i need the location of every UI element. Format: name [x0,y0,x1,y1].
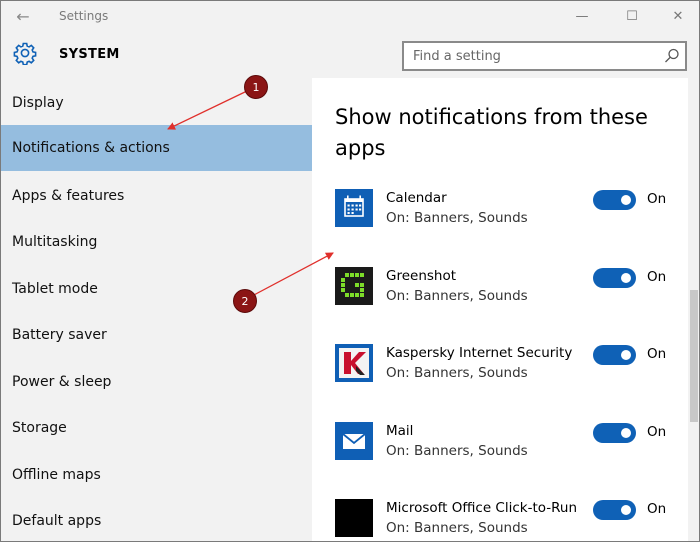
back-arrow-icon[interactable]: ← [11,6,35,28]
window-title: Settings [59,9,109,23]
app-name: Microsoft Office Click-to-Run [386,500,578,516]
sidebar-item-offline-maps[interactable]: Offline maps [1,452,312,498]
calendar-icon [335,189,373,227]
annotation-badge-2: 2 [233,289,257,313]
app-name: Kaspersky Internet Security [386,345,573,361]
toggle-knob [621,505,631,515]
sidebar-item-default-apps[interactable]: Default apps [1,498,312,541]
app-status: On: Banners, Sounds [386,443,528,459]
minimize-button[interactable]: — [567,5,597,29]
app-row-kaspersky[interactable]: Kaspersky Internet Security On: Banners,… [335,344,680,404]
toggle-knob [621,273,631,283]
kaspersky-icon [335,344,373,382]
mail-icon [335,422,373,460]
mail-toggle[interactable] [593,423,636,443]
scrollbar-thumb[interactable] [690,290,698,422]
search-input[interactable] [404,43,654,69]
office-icon [335,499,373,537]
app-status: On: Banners, Sounds [386,520,528,536]
greenshot-toggle[interactable] [593,268,636,288]
app-name: Mail [386,423,414,439]
calendar-toggle[interactable] [593,190,636,210]
office-toggle[interactable] [593,500,636,520]
app-row-mail[interactable]: Mail On: Banners, Sounds On [335,422,680,482]
settings-window: ← Settings — ☐ ✕ SYSTEM Display Notific [0,0,700,542]
toggle-knob [621,195,631,205]
toggle-state-label: On [647,346,667,362]
sidebar: Display Notifications & actions Apps & f… [1,78,312,541]
sidebar-item-storage[interactable]: Storage [1,405,312,451]
toggle-state-label: On [647,269,667,285]
page-header: SYSTEM [1,33,699,78]
app-row-greenshot[interactable]: Greenshot On: Banners, Sounds On [335,267,680,327]
page-title: SYSTEM [59,47,120,62]
sidebar-item-tablet-mode[interactable]: Tablet mode [1,266,312,312]
sidebar-item-multitasking[interactable]: Multitasking [1,219,312,265]
app-status: On: Banners, Sounds [386,210,528,226]
gear-icon [13,42,37,65]
sidebar-item-apps-features[interactable]: Apps & features [1,173,312,219]
app-row-calendar[interactable]: Calendar On: Banners, Sounds On [335,189,680,249]
section-title: Show notifications from these apps [335,105,648,160]
toggle-state-label: On [647,191,667,207]
app-status: On: Banners, Sounds [386,365,528,381]
app-row-office[interactable]: Microsoft Office Click-to-Run On: Banner… [335,499,680,541]
app-name: Greenshot [386,268,457,284]
sidebar-item-battery-saver[interactable]: Battery saver [1,312,312,358]
maximize-button[interactable]: ☐ [617,5,647,29]
toggle-knob [621,428,631,438]
app-name: Calendar [386,190,447,206]
search-icon[interactable] [663,47,681,65]
sidebar-item-notifications-actions[interactable]: Notifications & actions [1,125,312,171]
toggle-state-label: On [647,501,667,517]
title-bar: ← Settings — ☐ ✕ [1,1,699,33]
app-status: On: Banners, Sounds [386,288,528,304]
annotation-badge-1: 1 [244,75,268,99]
search-box[interactable] [402,41,687,71]
main-content: Show notifications from these apps Calen… [312,78,688,541]
greenshot-icon [335,267,373,305]
close-button[interactable]: ✕ [663,5,693,29]
toggle-knob [621,350,631,360]
kaspersky-toggle[interactable] [593,345,636,365]
content-scrollbar[interactable] [688,78,699,541]
sidebar-item-power-sleep[interactable]: Power & sleep [1,359,312,405]
toggle-state-label: On [647,424,667,440]
